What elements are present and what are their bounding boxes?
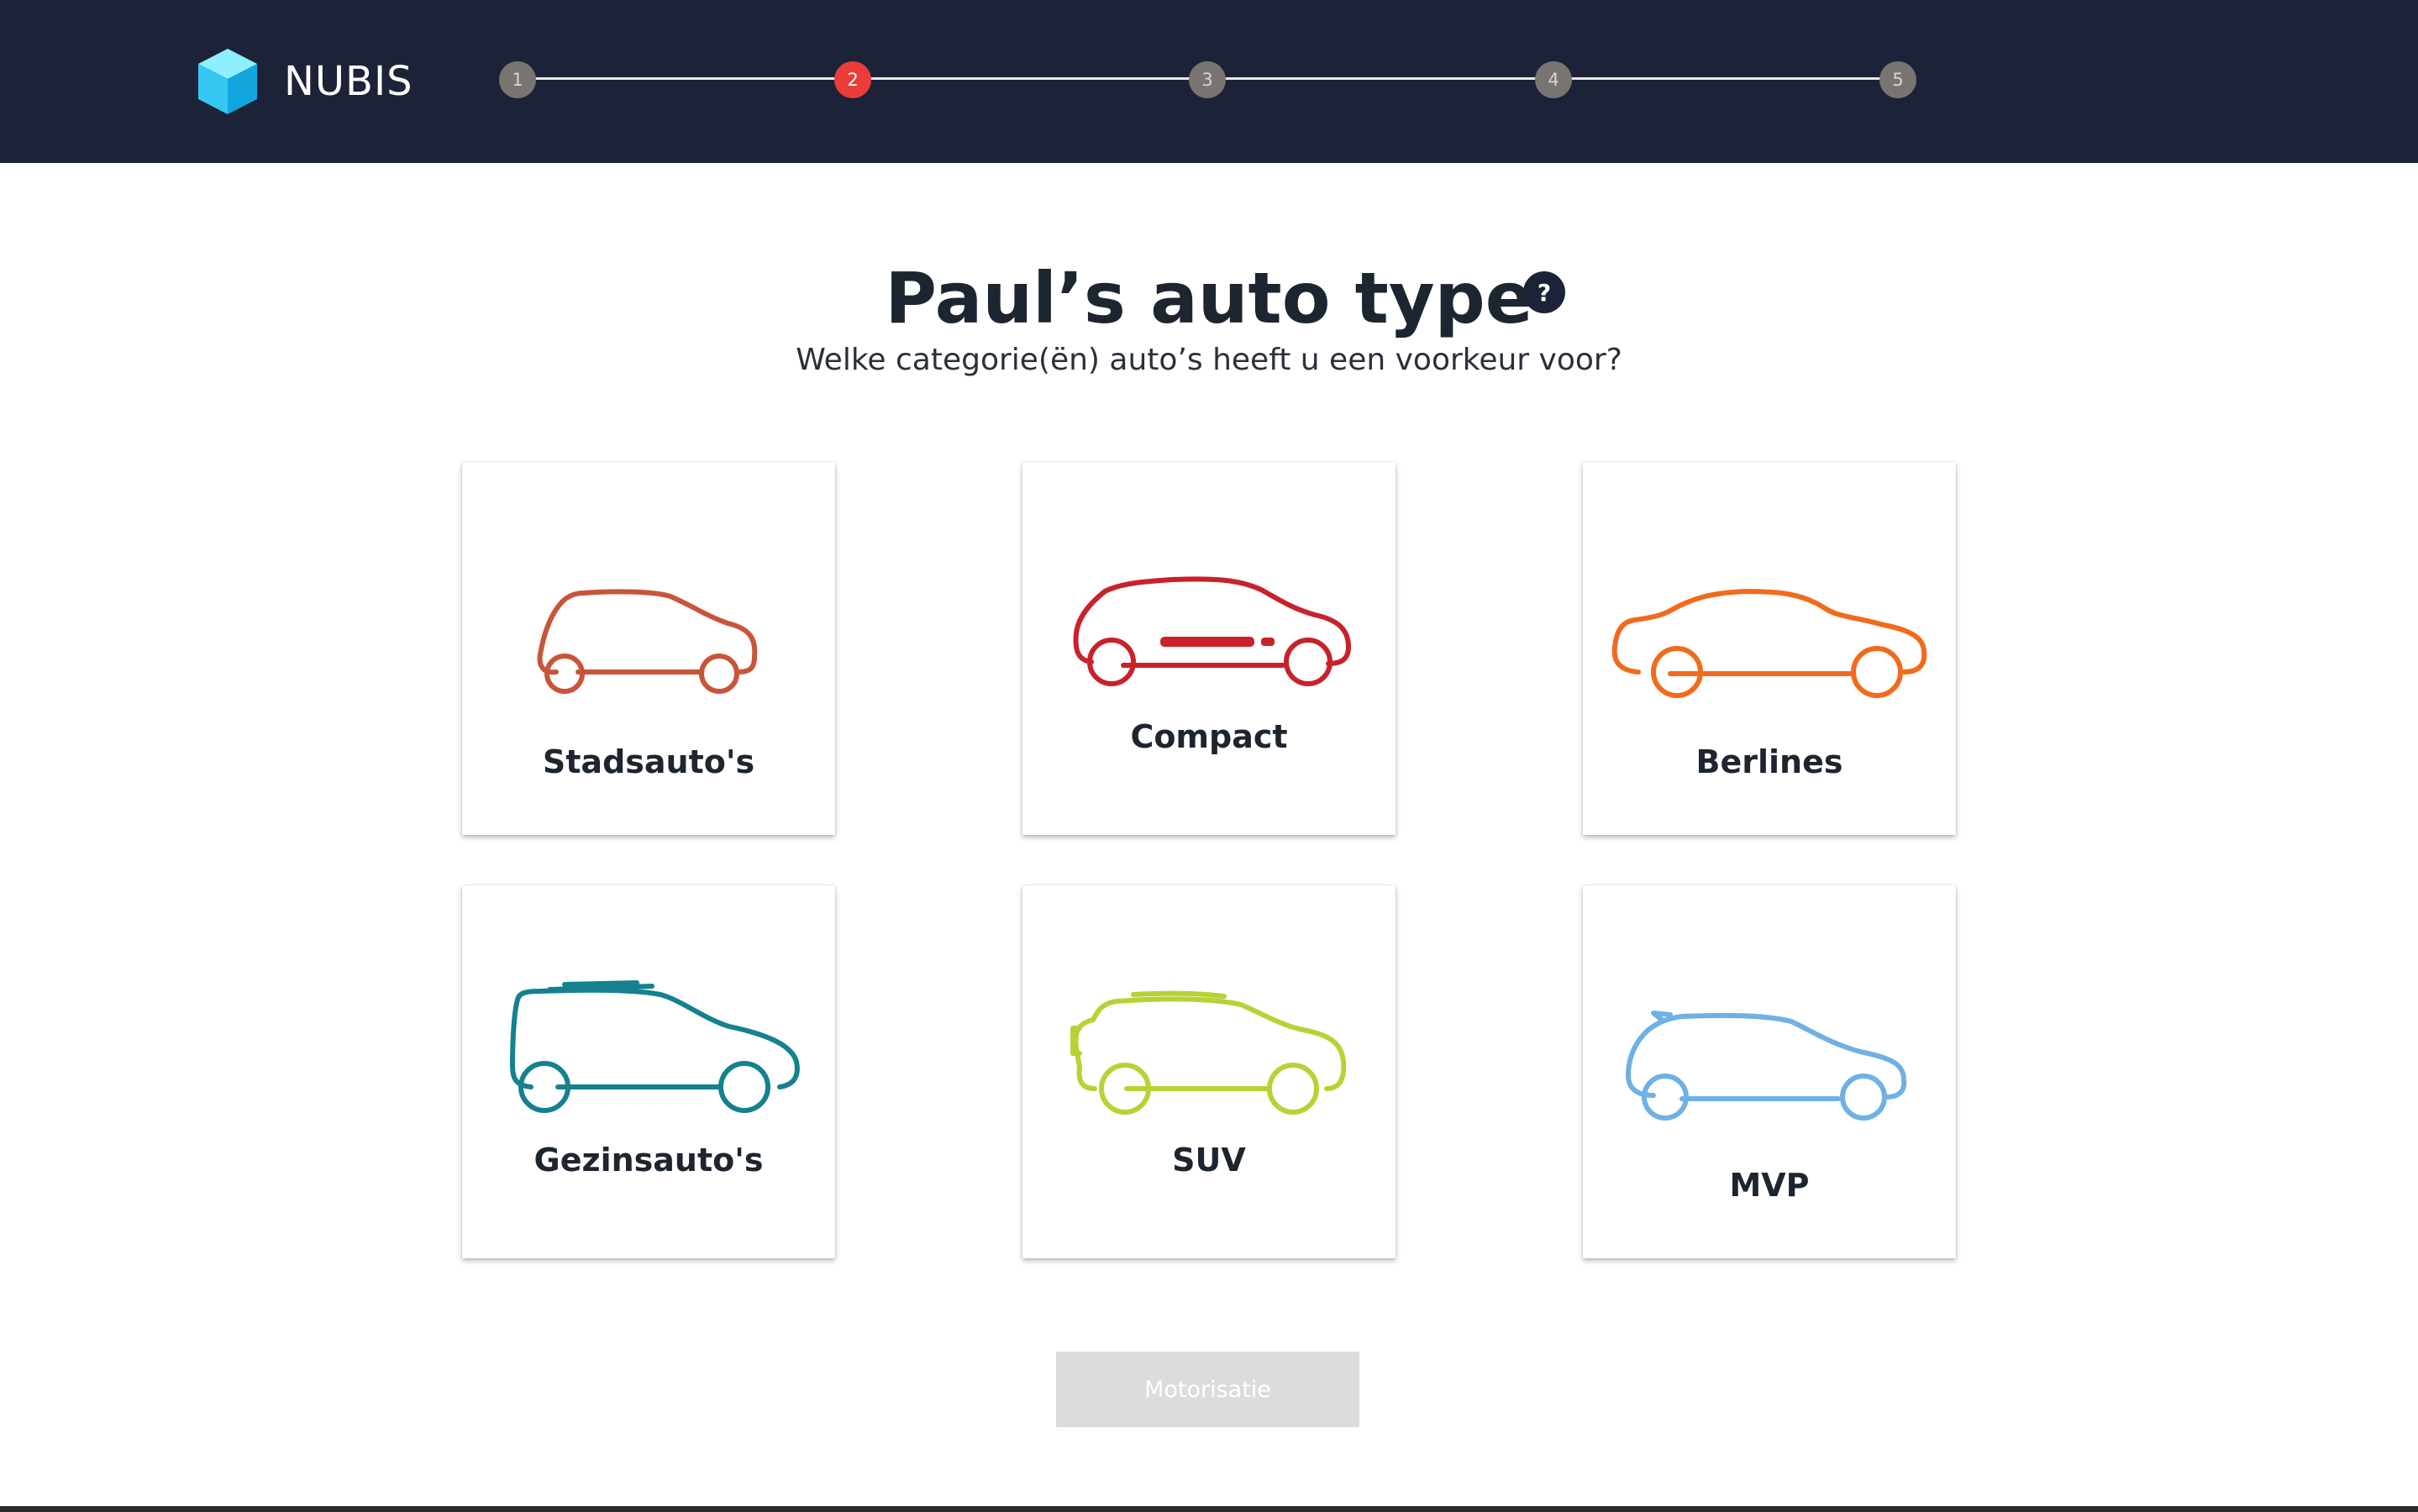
category-label: Gezinsauto's — [534, 1142, 764, 1179]
page-subtitle: Welke categorie(ën) auto’s heeft u een v… — [796, 343, 1622, 377]
category-label: MVP — [1729, 1167, 1810, 1204]
family-car-icon — [510, 980, 800, 1113]
category-card-gezinsautos[interactable]: Gezinsauto's — [462, 885, 835, 1258]
title-wrap: Paul’s auto type — [0, 252, 2418, 344]
help-icon[interactable]: ? — [1523, 271, 1565, 313]
step-3[interactable]: 3 — [1189, 61, 1226, 98]
next-step-button[interactable]: Motorisatie — [1056, 1352, 1359, 1427]
suv-car-icon — [1070, 990, 1347, 1115]
mpv-car-icon — [1626, 1011, 1907, 1121]
category-card-mvp[interactable]: MVP — [1583, 885, 1956, 1258]
top-bar: NUBIS 1 2 3 4 5 — [0, 0, 2418, 163]
step-1[interactable]: 1 — [499, 61, 536, 98]
category-card-compact[interactable]: Compact — [1022, 462, 1396, 835]
category-label: Berlines — [1695, 743, 1843, 780]
category-card-suv[interactable]: SUV — [1022, 885, 1396, 1258]
bottom-divider — [0, 1506, 2418, 1512]
brand-name: NUBIS — [284, 58, 413, 105]
page-title: Paul’s auto type — [885, 257, 1533, 339]
category-label: Stadsauto's — [542, 743, 755, 780]
hatchback-car-icon — [537, 589, 758, 694]
step-5[interactable]: 5 — [1879, 61, 1916, 98]
step-4[interactable]: 4 — [1535, 61, 1572, 98]
cube-logo-icon — [198, 49, 257, 114]
sedan-car-icon — [1611, 589, 1927, 698]
category-card-stadsautos[interactable]: Stadsauto's — [462, 462, 835, 835]
category-card-berlines[interactable]: Berlines — [1583, 462, 1956, 835]
step-2[interactable]: 2 — [834, 61, 871, 98]
category-label: Compact — [1130, 718, 1288, 755]
compact-car-icon — [1073, 576, 1351, 686]
category-label: SUV — [1172, 1142, 1246, 1179]
